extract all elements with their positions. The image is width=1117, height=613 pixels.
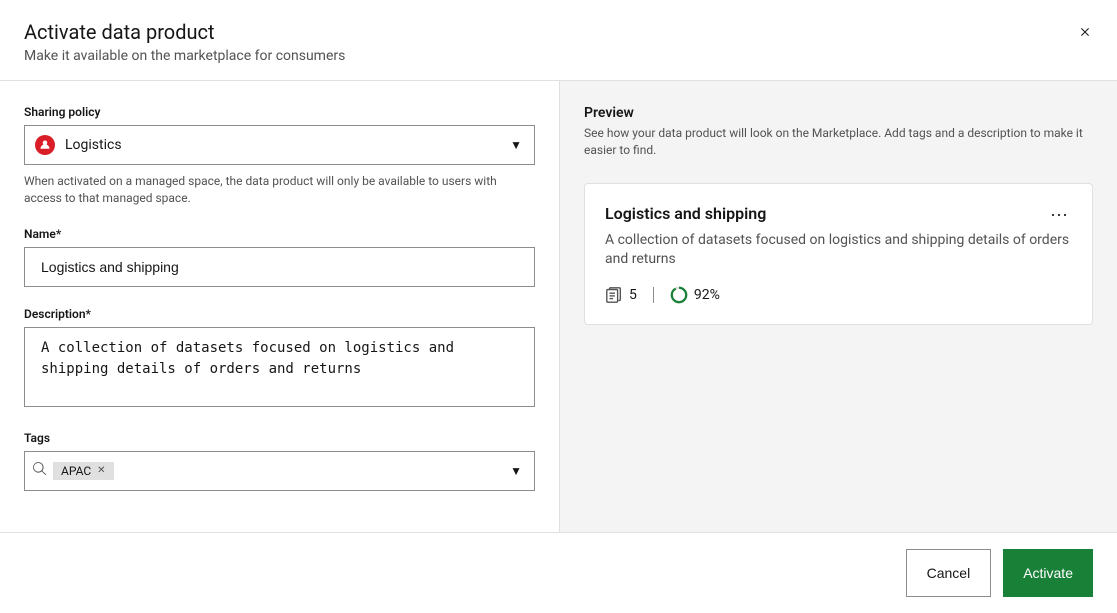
modal-subtitle: Make it available on the marketplace for… <box>24 48 1093 64</box>
modal-footer: Cancel Activate <box>0 532 1117 613</box>
tag-label: APAC <box>61 464 91 478</box>
preview-title: Preview <box>584 105 1093 121</box>
description-label: Description* <box>24 307 535 321</box>
dataset-count: 5 <box>629 287 637 303</box>
quality-icon <box>670 286 688 304</box>
name-label: Name* <box>24 227 535 241</box>
sharing-policy-group: Sharing policy Logistics ▼ When activate… <box>24 105 535 207</box>
quality-item: 92% <box>670 286 720 304</box>
left-panel: Sharing policy Logistics ▼ When activate… <box>0 81 560 532</box>
close-button[interactable] <box>1069 16 1101 48</box>
sharing-policy-select[interactable]: Logistics ▼ <box>24 125 535 165</box>
chevron-down-icon: ▼ <box>510 138 522 152</box>
right-panel: Preview See how your data product will l… <box>560 81 1117 532</box>
search-icon <box>33 462 47 480</box>
description-input[interactable]: A collection of datasets focused on logi… <box>24 327 535 407</box>
preview-subtitle: See how your data product will look on t… <box>584 125 1093 159</box>
activate-button[interactable]: Activate <box>1003 549 1093 597</box>
description-group: Description* A collection of datasets fo… <box>24 307 535 411</box>
meta-divider <box>653 287 654 303</box>
dataset-icon <box>605 286 623 304</box>
modal-title: Activate data product <box>24 20 1093 44</box>
preview-card-description: A collection of datasets focused on logi… <box>605 231 1072 270</box>
name-group: Name* <box>24 227 535 287</box>
modal-header: Activate data product Make it available … <box>0 0 1117 81</box>
tags-label: Tags <box>24 431 535 445</box>
name-input[interactable] <box>24 247 535 287</box>
preview-card-meta: 5 92% <box>605 286 1072 304</box>
tags-chevron-icon: ▼ <box>510 464 522 478</box>
apac-tag: APAC ✕ <box>53 462 114 480</box>
sharing-helper-text: When activated on a managed space, the d… <box>24 173 535 207</box>
dataset-count-item: 5 <box>605 286 637 304</box>
modal-body: Sharing policy Logistics ▼ When activate… <box>0 81 1117 532</box>
sharing-policy-value: Logistics <box>65 137 122 153</box>
modal-overlay: Activate data product Make it available … <box>0 0 1117 613</box>
tag-remove-button[interactable]: ✕ <box>97 465 105 476</box>
quality-percent: 92% <box>694 287 720 303</box>
sharing-policy-label: Sharing policy <box>24 105 535 119</box>
cancel-button[interactable]: Cancel <box>906 549 992 597</box>
preview-card-title: Logistics and shipping <box>605 204 1072 223</box>
more-options-button[interactable]: ··· <box>1042 200 1076 229</box>
tags-group: Tags APAC ✕ ▼ <box>24 431 535 491</box>
preview-card: ··· Logistics and shipping A collection … <box>584 183 1093 325</box>
sharing-policy-icon <box>35 135 55 155</box>
tags-input[interactable]: APAC ✕ ▼ <box>24 451 535 491</box>
